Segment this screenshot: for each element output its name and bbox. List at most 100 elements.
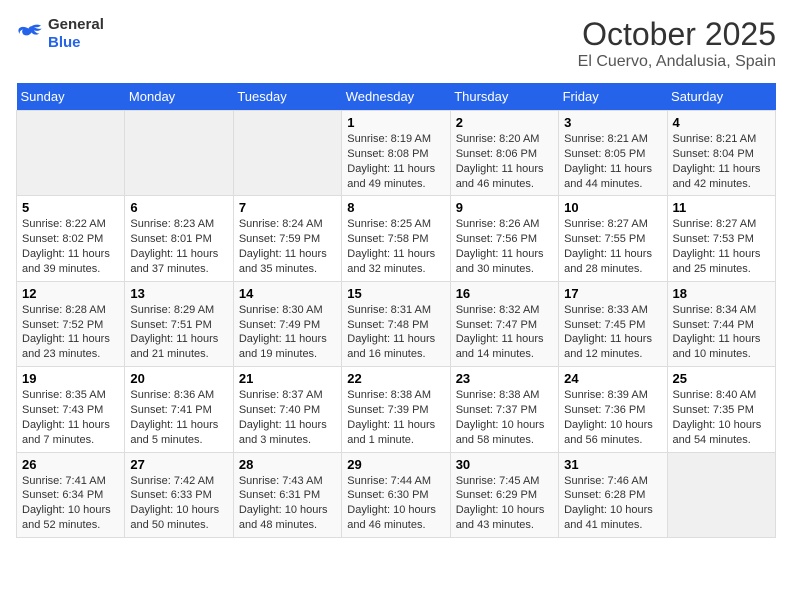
header-thursday: Thursday [450, 83, 558, 111]
day-info: Sunrise: 8:39 AMSunset: 7:36 PMDaylight:… [564, 388, 661, 447]
day-number: 6 [130, 200, 227, 215]
day-info: Sunrise: 8:37 AMSunset: 7:40 PMDaylight:… [239, 388, 336, 447]
day-number: 1 [347, 115, 444, 130]
calendar-cell: 30 Sunrise: 7:45 AMSunset: 6:29 PMDayligh… [450, 452, 558, 537]
calendar-header-row: SundayMondayTuesdayWednesdayThursdayFrid… [17, 83, 776, 111]
calendar-cell: 2 Sunrise: 8:20 AMSunset: 8:06 PMDaylight… [450, 111, 558, 196]
location: El Cuervo, Andalusia, Spain [578, 53, 776, 71]
logo-general-text: General [48, 16, 104, 33]
day-info: Sunrise: 7:44 AMSunset: 6:30 PMDaylight:… [347, 474, 444, 533]
header-friday: Friday [559, 83, 667, 111]
day-number: 16 [456, 286, 553, 301]
title-block: October 2025 El Cuervo, Andalusia, Spain [578, 16, 776, 71]
calendar-cell: 18 Sunrise: 8:34 AMSunset: 7:44 PMDayligh… [667, 281, 775, 366]
day-info: Sunrise: 8:35 AMSunset: 7:43 PMDaylight:… [22, 388, 119, 447]
day-number: 29 [347, 457, 444, 472]
day-info: Sunrise: 8:34 AMSunset: 7:44 PMDaylight:… [673, 303, 770, 362]
calendar-cell: 4Sunrise: 8:21 AMSunset: 8:04 PMDaylight… [667, 111, 775, 196]
day-number: 3 [564, 115, 661, 130]
calendar-cell [667, 452, 775, 537]
week-row-5: 26Sunrise: 7:41 AMSunset: 6:34 PMDayligh… [17, 452, 776, 537]
calendar-cell: 31 Sunrise: 7:46 AMSunset: 6:28 PMDayligh… [559, 452, 667, 537]
header-wednesday: Wednesday [342, 83, 450, 111]
day-info: Sunrise: 7:41 AMSunset: 6:34 PMDaylight:… [22, 474, 119, 533]
day-number: 14 [239, 286, 336, 301]
day-number: 12 [22, 286, 119, 301]
calendar-cell: 7Sunrise: 8:24 AMSunset: 7:59 PMDaylight… [233, 196, 341, 281]
calendar-cell: 20Sunrise: 8:36 AMSunset: 7:41 PMDayligh… [125, 367, 233, 452]
day-number: 11 [673, 200, 770, 215]
calendar-cell: 24Sunrise: 8:39 AMSunset: 7:36 PMDayligh… [559, 367, 667, 452]
day-number: 19 [22, 371, 119, 386]
calendar-cell [17, 111, 125, 196]
day-number: 30 [456, 457, 553, 472]
calendar-cell: 23Sunrise: 8:38 AMSunset: 7:37 PMDayligh… [450, 367, 558, 452]
day-info: Sunrise: 8:20 AMSunset: 8:06 PMDaylight:… [456, 132, 553, 191]
header-sunday: Sunday [17, 83, 125, 111]
day-number: 27 [130, 457, 227, 472]
day-number: 13 [130, 286, 227, 301]
logo-blue-text: Blue [48, 34, 81, 51]
calendar-cell: 6 Sunrise: 8:23 AMSunset: 8:01 PMDaylight… [125, 196, 233, 281]
logo-bird-icon [16, 23, 44, 45]
calendar-cell: 27Sunrise: 7:42 AMSunset: 6:33 PMDayligh… [125, 452, 233, 537]
day-number: 21 [239, 371, 336, 386]
page-header: General Blue October 2025 El Cuervo, And… [16, 16, 776, 71]
day-number: 9 [456, 200, 553, 215]
day-info: Sunrise: 8:40 AMSunset: 7:35 PMDaylight:… [673, 388, 770, 447]
day-number: 18 [673, 286, 770, 301]
header-saturday: Saturday [667, 83, 775, 111]
day-info: Sunrise: 8:24 AMSunset: 7:59 PMDaylight:… [239, 217, 336, 276]
calendar-cell: 14Sunrise: 8:30 AMSunset: 7:49 PMDayligh… [233, 281, 341, 366]
week-row-4: 19 Sunrise: 8:35 AMSunset: 7:43 PMDayligh… [17, 367, 776, 452]
calendar-cell: 11Sunrise: 8:27 AMSunset: 7:53 PMDayligh… [667, 196, 775, 281]
day-info: Sunrise: 8:26 AMSunset: 7:56 PMDaylight:… [456, 217, 553, 276]
day-info: Sunrise: 8:25 AMSunset: 7:58 PMDaylight:… [347, 217, 444, 276]
logo: General Blue [16, 16, 104, 52]
day-number: 8 [347, 200, 444, 215]
day-info: Sunrise: 8:27 AMSunset: 7:55 PMDaylight:… [564, 217, 661, 276]
calendar-cell: 29 Sunrise: 7:44 AMSunset: 6:30 PMDayligh… [342, 452, 450, 537]
calendar-cell: 10 Sunrise: 8:27 AMSunset: 7:55 PMDayligh… [559, 196, 667, 281]
calendar-cell: 12Sunrise: 8:28 AMSunset: 7:52 PMDayligh… [17, 281, 125, 366]
calendar-cell: 21 Sunrise: 8:37 AMSunset: 7:40 PMDayligh… [233, 367, 341, 452]
day-info: Sunrise: 8:33 AMSunset: 7:45 PMDaylight:… [564, 303, 661, 362]
header-monday: Monday [125, 83, 233, 111]
day-info: Sunrise: 7:46 AMSunset: 6:28 PMDaylight:… [564, 474, 661, 533]
day-number: 22 [347, 371, 444, 386]
day-number: 25 [673, 371, 770, 386]
week-row-2: 5Sunrise: 8:22 AMSunset: 8:02 PMDaylight… [17, 196, 776, 281]
calendar-cell: 22 Sunrise: 8:38 AMSunset: 7:39 PMDayligh… [342, 367, 450, 452]
header-tuesday: Tuesday [233, 83, 341, 111]
day-number: 5 [22, 200, 119, 215]
calendar-cell: 16Sunrise: 8:32 AMSunset: 7:47 PMDayligh… [450, 281, 558, 366]
calendar-cell: 17 Sunrise: 8:33 AMSunset: 7:45 PMDayligh… [559, 281, 667, 366]
calendar-table: SundayMondayTuesdayWednesdayThursdayFrid… [16, 83, 776, 538]
calendar-cell: 26Sunrise: 7:41 AMSunset: 6:34 PMDayligh… [17, 452, 125, 537]
day-info: Sunrise: 7:45 AMSunset: 6:29 PMDaylight:… [456, 474, 553, 533]
day-number: 17 [564, 286, 661, 301]
day-info: Sunrise: 7:43 AMSunset: 6:31 PMDaylight:… [239, 474, 336, 533]
calendar-cell: 25 Sunrise: 8:40 AMSunset: 7:35 PMDayligh… [667, 367, 775, 452]
day-info: Sunrise: 8:38 AMSunset: 7:37 PMDaylight:… [456, 388, 553, 447]
calendar-cell: 8 Sunrise: 8:25 AMSunset: 7:58 PMDaylight… [342, 196, 450, 281]
calendar-cell: 9 Sunrise: 8:26 AMSunset: 7:56 PMDaylight… [450, 196, 558, 281]
calendar-cell: 15 Sunrise: 8:31 AMSunset: 7:48 PMDayligh… [342, 281, 450, 366]
day-info: Sunrise: 8:38 AMSunset: 7:39 PMDaylight:… [347, 388, 444, 447]
day-info: Sunrise: 8:31 AMSunset: 7:48 PMDaylight:… [347, 303, 444, 362]
week-row-1: 1 Sunrise: 8:19 AMSunset: 8:08 PMDaylight… [17, 111, 776, 196]
day-number: 2 [456, 115, 553, 130]
day-number: 4 [673, 115, 770, 130]
day-number: 15 [347, 286, 444, 301]
day-number: 10 [564, 200, 661, 215]
calendar-cell [233, 111, 341, 196]
calendar-cell: 19 Sunrise: 8:35 AMSunset: 7:43 PMDayligh… [17, 367, 125, 452]
day-info: Sunrise: 8:21 AMSunset: 8:05 PMDaylight:… [564, 132, 661, 191]
day-number: 31 [564, 457, 661, 472]
day-info: Sunrise: 8:36 AMSunset: 7:41 PMDaylight:… [130, 388, 227, 447]
calendar-cell: 5Sunrise: 8:22 AMSunset: 8:02 PMDaylight… [17, 196, 125, 281]
calendar-cell: 28Sunrise: 7:43 AMSunset: 6:31 PMDayligh… [233, 452, 341, 537]
day-info: Sunrise: 8:19 AMSunset: 8:08 PMDaylight:… [347, 132, 444, 191]
calendar-cell: 3 Sunrise: 8:21 AMSunset: 8:05 PMDaylight… [559, 111, 667, 196]
day-info: Sunrise: 8:23 AMSunset: 8:01 PMDaylight:… [130, 217, 227, 276]
